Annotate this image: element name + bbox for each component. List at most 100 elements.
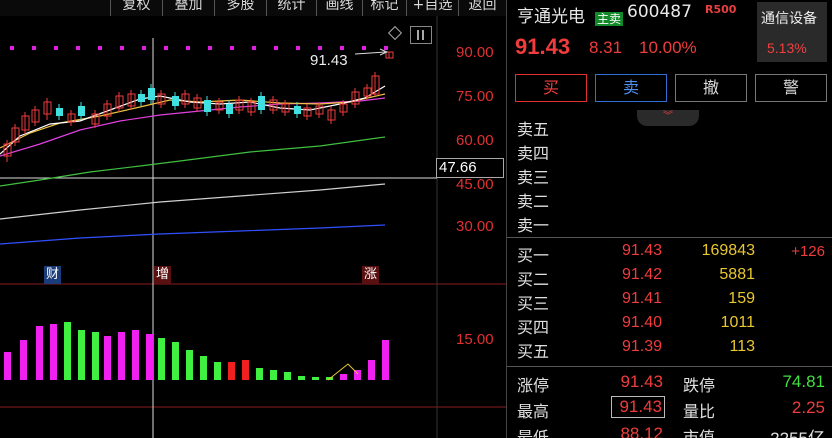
ma250-line <box>0 224 386 245</box>
volume-bar <box>20 340 27 380</box>
statistics-button[interactable]: 统计 <box>266 0 316 16</box>
ask-row[interactable]: 卖二 <box>507 186 832 211</box>
add-watchlist-button[interactable]: +自选 <box>406 0 458 16</box>
bid-row[interactable]: 买四 91.40 1011 <box>507 312 832 337</box>
crosshair-price-label: 47.66 <box>436 158 504 178</box>
volume-bar <box>256 368 263 380</box>
stock-name: 亨通光电 <box>517 7 585 27</box>
volume-bar <box>50 324 57 380</box>
volume-bar <box>382 340 389 380</box>
bid-price: 91.42 <box>621 266 662 283</box>
main-flow-badge: 主卖 <box>595 12 624 26</box>
overlay-button[interactable]: 叠加 <box>162 0 214 16</box>
candle-body <box>204 100 211 112</box>
signal-dots <box>10 46 388 50</box>
bid-label: 买四 <box>517 318 550 337</box>
bid-row[interactable]: 买三 91.41 159 <box>507 288 832 313</box>
signal-dot <box>362 46 366 50</box>
signal-dot <box>120 46 124 50</box>
bid-price: 91.41 <box>621 290 662 307</box>
ask-row[interactable]: 卖三 <box>507 162 832 187</box>
volume-bar <box>158 338 165 380</box>
cancel-order-button[interactable]: 撤 <box>675 74 747 102</box>
candle-body <box>78 106 85 116</box>
r-badge: R500 <box>705 3 737 16</box>
draw-line-button[interactable]: 画线 <box>316 0 362 16</box>
sector-card[interactable]: 通信设备 5.13% <box>757 2 827 62</box>
volume-bar <box>200 356 207 380</box>
finance-marker[interactable]: 财 <box>44 266 62 284</box>
back-button[interactable]: 返回 <box>458 0 506 16</box>
ma5-line <box>0 85 386 155</box>
signal-dot <box>296 46 300 50</box>
volume-bar <box>118 332 125 380</box>
signal-dot <box>208 46 212 50</box>
signal-dot <box>340 46 344 50</box>
low-label: 最低 <box>517 428 550 438</box>
bid-label: 买五 <box>517 342 550 361</box>
orderbook-divider <box>507 237 832 238</box>
ask-row[interactable]: 卖五 <box>507 114 832 139</box>
ask-row[interactable]: 卖一 <box>507 210 832 235</box>
volume-bar <box>270 370 277 380</box>
current-price: 91.43 <box>515 34 571 59</box>
volume-bar <box>146 334 153 380</box>
volume-bar <box>172 342 179 380</box>
bid-row[interactable]: 买五 91.39 113 <box>507 336 832 361</box>
high-price-annotation: 91.43 <box>310 52 348 69</box>
price-change-percent: 10.00% <box>639 38 697 57</box>
price-axis-label: 60.00 <box>456 132 494 149</box>
multi-stock-button[interactable]: 多股 <box>214 0 266 16</box>
limit-up-label: 涨停 <box>517 376 550 395</box>
volume-bar <box>228 362 235 380</box>
quote-panel: 亨通光电 主卖 600487 R500 91.43 8.31 10.00% 通信… <box>506 0 832 438</box>
sell-button[interactable]: 卖 <box>595 74 667 102</box>
limit-up-marker[interactable]: 涨 <box>362 266 380 284</box>
ma120-line <box>0 183 386 220</box>
candle-body <box>258 96 265 110</box>
volume-bar <box>214 362 221 380</box>
alert-button[interactable]: 警 <box>755 74 827 102</box>
increase-marker[interactable]: 增 <box>154 266 172 284</box>
price-axis-label: 90.00 <box>456 44 494 61</box>
high-arrow <box>354 51 386 55</box>
bid-volume: 169843 <box>701 242 755 259</box>
bid-label: 买二 <box>517 270 550 289</box>
sector-change: 5.13% <box>767 40 807 56</box>
signal-dot <box>318 46 322 50</box>
volume-bar <box>284 372 291 380</box>
signal-dot <box>10 46 14 50</box>
volume-bar <box>132 330 139 380</box>
signal-dot <box>142 46 146 50</box>
bid-row[interactable]: 买一 91.43 169843 +126 <box>507 240 832 265</box>
bid-price: 91.43 <box>621 242 662 259</box>
ask-label: 卖二 <box>517 192 550 211</box>
signal-dot <box>252 46 256 50</box>
kline-chart[interactable] <box>0 16 506 438</box>
volume-ratio-value: 2.25 <box>791 398 825 417</box>
ask-label: 卖一 <box>517 216 550 235</box>
bid-label: 买三 <box>517 294 550 313</box>
candle-body <box>148 88 155 100</box>
mark-button[interactable]: 标记 <box>362 0 406 16</box>
volume-bar <box>186 350 193 380</box>
signal-dot <box>384 46 388 50</box>
price-axis-label: 30.00 <box>456 218 494 235</box>
price-axis-label: 75.00 <box>456 88 494 105</box>
volume-axis-label: 15.00 <box>456 331 494 348</box>
bid-volume: 5881 <box>719 266 755 283</box>
bid-price: 91.39 <box>621 338 662 355</box>
ask-label: 卖三 <box>517 168 550 187</box>
bid-row[interactable]: 买二 91.42 5881 <box>507 264 832 289</box>
pane-toggle-icon[interactable] <box>410 26 432 44</box>
candle-body <box>226 104 233 114</box>
candle-body <box>56 108 63 116</box>
buy-button[interactable]: 买 <box>515 74 587 102</box>
limit-down-label: 跌停 <box>683 376 716 395</box>
ask-row[interactable]: 卖四 <box>507 138 832 163</box>
low-value: 88.12 <box>620 424 663 438</box>
bid-price: 91.40 <box>621 314 662 331</box>
volume-bar <box>104 336 111 380</box>
adjust-button[interactable]: 复权 <box>110 0 162 16</box>
ask-label: 卖五 <box>517 120 550 139</box>
